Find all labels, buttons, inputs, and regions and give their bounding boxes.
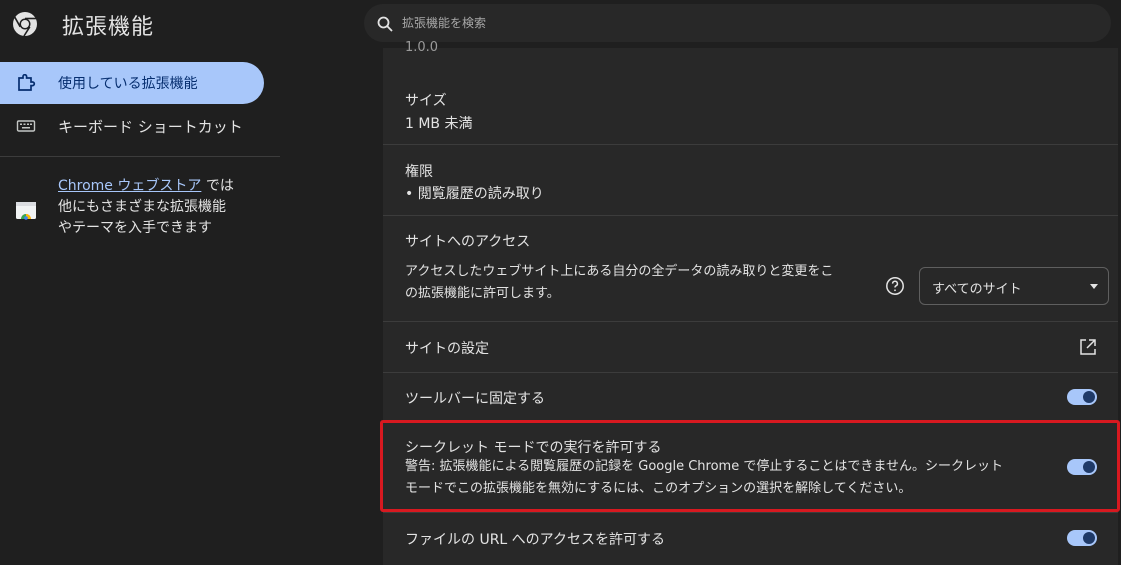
keyboard-icon xyxy=(16,120,36,132)
sidebar-divider xyxy=(0,156,280,157)
top-bar: 拡張機能 xyxy=(0,0,1121,48)
divider xyxy=(383,321,1118,322)
toggle-knob xyxy=(1083,461,1095,473)
site-access-selected-value: すべてのサイト xyxy=(932,282,1022,297)
site-access-desc-line2: の拡張機能に許可します。 xyxy=(405,286,560,301)
site-access-description: アクセスしたウェブサイト上にある自分の全データの読み取りと変更をこ の拡張機能に… xyxy=(405,261,833,305)
store-text-suffix: では xyxy=(201,178,234,194)
sidebar-item-label: 使用している拡張機能 xyxy=(58,76,198,92)
divider xyxy=(383,512,1118,513)
chrome-web-store-link[interactable]: Chrome ウェブストア xyxy=(58,178,201,194)
incognito-label: シークレット モードでの実行を許可する xyxy=(405,440,662,456)
incognito-warning: 警告: 拡張機能による閲覧履歴の記録を Google Chrome で停止するこ… xyxy=(405,456,1003,500)
sidebar-item-my-extensions[interactable]: 使用している拡張機能 xyxy=(0,62,264,104)
toggle-knob xyxy=(1083,532,1095,544)
search-input[interactable] xyxy=(402,13,1082,33)
open-in-new-icon[interactable] xyxy=(1079,338,1097,356)
sidebar-item-label: キーボード ショートカット xyxy=(58,117,243,136)
size-value: 1 MB 未満 xyxy=(405,116,473,132)
divider xyxy=(383,215,1118,216)
pin-to-toolbar-label: ツールバーに固定する xyxy=(405,391,545,407)
chevron-down-icon xyxy=(1090,284,1098,289)
sidebar-item-keyboard-shortcuts[interactable]: キーボード ショートカット xyxy=(0,105,264,147)
file-url-access-toggle[interactable] xyxy=(1067,530,1097,546)
chrome-logo-icon xyxy=(13,12,37,37)
pin-to-toolbar-toggle[interactable] xyxy=(1067,389,1097,405)
search-icon xyxy=(377,16,393,32)
extension-icon xyxy=(18,74,36,91)
incognito-toggle[interactable] xyxy=(1067,459,1097,475)
divider xyxy=(383,421,1118,422)
web-store-promo: Chrome ウェブストア では 他にもさまざまな拡張機能 やテーマを入手できま… xyxy=(58,176,258,239)
toggle-knob xyxy=(1083,391,1095,403)
store-text-line2: 他にもさまざまな拡張機能 xyxy=(58,199,226,215)
search-box[interactable] xyxy=(364,4,1111,42)
permission-item: • 閲覧履歴の読み取り xyxy=(405,186,544,202)
size-label: サイズ xyxy=(405,93,447,109)
site-access-desc-line1: アクセスしたウェブサイト上にある自分の全データの読み取りと変更をこ xyxy=(405,264,834,279)
site-access-select[interactable]: すべてのサイト xyxy=(919,267,1109,305)
incognito-warning-line1: 警告: 拡張機能による閲覧履歴の記録を Google Chrome で停止するこ… xyxy=(405,459,1003,474)
page-title: 拡張機能 xyxy=(62,15,155,40)
site-access-label: サイトへのアクセス xyxy=(405,234,531,250)
chrome-web-store-icon xyxy=(16,202,36,220)
version-value: 1.0.0 xyxy=(405,40,439,55)
sidebar: 使用している拡張機能 キーボード ショートカット Chrome ウェブストア で… xyxy=(0,48,280,565)
permissions-label: 権限 xyxy=(405,164,433,180)
store-text-line3: やテーマを入手できます xyxy=(58,220,212,236)
divider xyxy=(383,144,1118,145)
site-settings-label[interactable]: サイトの設定 xyxy=(405,338,489,358)
help-icon[interactable] xyxy=(885,276,905,296)
incognito-warning-line2: モードでこの拡張機能を無効にするには、このオプションの選択を解除してください。 xyxy=(405,481,912,496)
extension-details-panel: 1.0.0 サイズ 1 MB 未満 権限 • 閲覧履歴の読み取り サイトへのアク… xyxy=(383,40,1118,565)
file-url-access-label: ファイルの URL へのアクセスを許可する xyxy=(405,532,665,548)
divider xyxy=(383,372,1118,373)
